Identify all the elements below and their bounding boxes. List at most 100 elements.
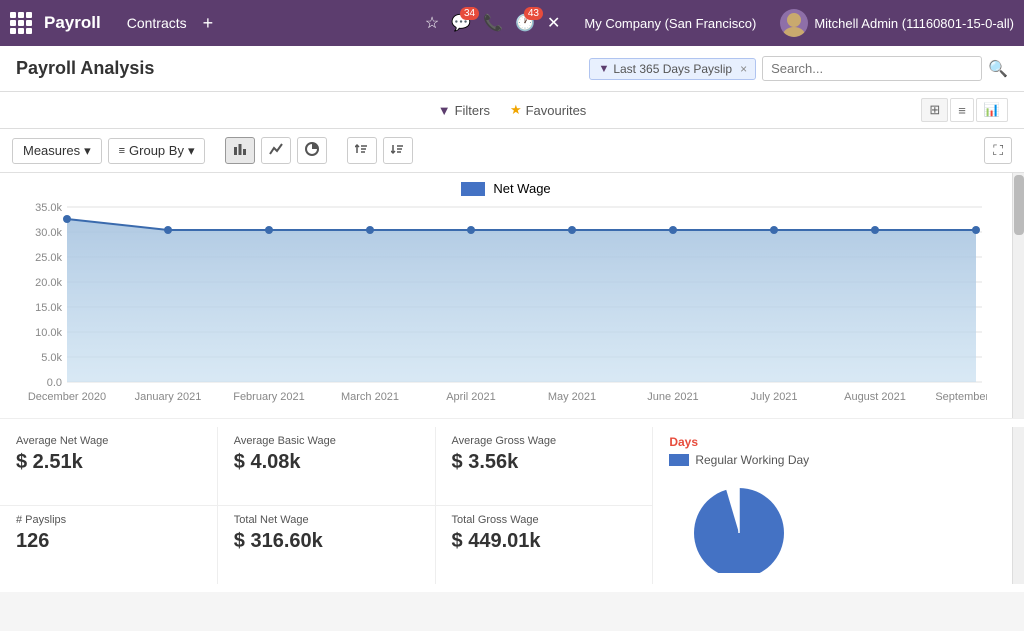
pie-title: Days: [669, 435, 996, 449]
stat-avg-gross-value: $ 3.56k: [452, 451, 637, 474]
sort-desc-button[interactable]: [383, 137, 413, 164]
svg-text:June 2021: June 2021: [647, 391, 698, 403]
stat-avg-net-value: $ 2.51k: [16, 451, 201, 474]
avatar: [780, 9, 808, 37]
contracts-nav[interactable]: Contracts: [119, 11, 195, 35]
chart-toolbar: Measures ▾ ≡ Group By ▾ ⛶: [0, 129, 1024, 173]
clock-icon[interactable]: 🕐 43: [515, 13, 535, 33]
add-button[interactable]: +: [203, 13, 214, 34]
star-icon[interactable]: ☆: [425, 13, 439, 33]
data-point: [265, 226, 273, 234]
svg-text:30.0k: 30.0k: [35, 227, 62, 239]
svg-text:0.0: 0.0: [47, 377, 62, 389]
svg-text:January 2021: January 2021: [135, 391, 202, 403]
svg-text:15.0k: 15.0k: [35, 302, 62, 314]
search-input[interactable]: [762, 56, 982, 81]
filter-tag-label: Last 365 Days Payslip: [613, 62, 732, 76]
svg-text:35.0k: 35.0k: [35, 202, 62, 214]
stat-avg-basic-value: $ 4.08k: [234, 451, 419, 474]
groupby-icon: ≡: [119, 145, 125, 157]
stats-grid: Average Net Wage $ 2.51k Average Basic W…: [0, 427, 653, 584]
bottom-scrollbar[interactable]: [1012, 427, 1024, 584]
filter-icon: ▼: [438, 103, 451, 118]
data-point: [366, 226, 374, 234]
favourites-button[interactable]: ★ Favourites: [510, 102, 586, 118]
expand-button[interactable]: ⛶: [984, 137, 1012, 164]
filter-tag: ▼ Last 365 Days Payslip ×: [589, 58, 756, 80]
grid-icon[interactable]: [10, 12, 32, 34]
stat-avg-net-label: Average Net Wage: [16, 435, 201, 447]
svg-text:April 2021: April 2021: [446, 391, 496, 403]
user-name: Mitchell Admin (11160801-15-0-all): [814, 16, 1014, 31]
stat-total-gross-value: $ 449.01k: [452, 530, 637, 553]
search-button[interactable]: 🔍: [988, 59, 1008, 79]
stat-avg-net: Average Net Wage $ 2.51k: [0, 427, 218, 506]
svg-text:September 2021: September 2021: [935, 391, 987, 403]
page-header: Payroll Analysis ▼ Last 365 Days Payslip…: [0, 46, 1024, 92]
chart-section: Net Wage: [0, 173, 1024, 418]
nav-icons: ☆ 💬 34 📞 🕐 43 ✕ My Company (San Francisc…: [425, 9, 1014, 37]
chart-line: [67, 219, 976, 230]
area-fill: [67, 219, 976, 382]
data-point: [164, 226, 172, 234]
pie-chart-button[interactable]: [297, 137, 327, 164]
pie-legend-color: [669, 454, 689, 466]
stat-total-net-value: $ 316.60k: [234, 530, 419, 553]
bar-chart-button[interactable]: [225, 137, 255, 164]
svg-text:5.0k: 5.0k: [41, 352, 62, 364]
chat-badge: 34: [460, 7, 479, 20]
pie-chart: [669, 473, 809, 573]
svg-text:25.0k: 25.0k: [35, 252, 62, 264]
stat-total-gross: Total Gross Wage $ 449.01k: [436, 506, 654, 584]
svg-text:August 2021: August 2021: [844, 391, 906, 403]
svg-text:July 2021: July 2021: [750, 391, 797, 403]
svg-text:March 2021: March 2021: [341, 391, 399, 403]
stat-total-net-label: Total Net Wage: [234, 514, 419, 526]
sort-asc-button[interactable]: [347, 137, 377, 164]
stats-section: Average Net Wage $ 2.51k Average Basic W…: [0, 418, 1024, 592]
filters-button[interactable]: ▼ Filters: [438, 103, 490, 118]
chart-container: Net Wage: [0, 173, 1012, 418]
stat-avg-basic: Average Basic Wage $ 4.08k: [218, 427, 436, 506]
view-pivot-button[interactable]: ⊞: [921, 98, 948, 122]
stat-total-gross-label: Total Gross Wage: [452, 514, 637, 526]
legend-label: Net Wage: [493, 181, 550, 196]
app-name: Payroll: [44, 13, 101, 33]
filter-tag-remove[interactable]: ×: [740, 62, 747, 76]
data-point: [669, 226, 677, 234]
scroll-thumb[interactable]: [1014, 175, 1024, 235]
star-fav-icon: ★: [510, 102, 522, 118]
svg-text:February 2021: February 2021: [233, 391, 305, 403]
clock-badge: 43: [524, 7, 543, 20]
data-point: [871, 226, 879, 234]
group-by-button[interactable]: ≡ Group By ▾: [108, 138, 206, 164]
svg-text:10.0k: 10.0k: [35, 327, 62, 339]
filter-bar: ▼ Filters ★ Favourites ⊞ ≡ 📊: [0, 92, 1024, 129]
data-point: [770, 226, 778, 234]
company-name: My Company (San Francisco): [584, 16, 756, 31]
groupby-chevron: ▾: [188, 143, 195, 159]
user-menu[interactable]: Mitchell Admin (11160801-15-0-all): [780, 9, 1014, 37]
stat-avg-gross: Average Gross Wage $ 3.56k: [436, 427, 654, 506]
chat-icon[interactable]: 💬 34: [451, 13, 471, 33]
stat-payslips-value: 126: [16, 530, 201, 553]
view-switcher: ⊞ ≡ 📊: [602, 98, 1008, 122]
page-title: Payroll Analysis: [16, 58, 579, 79]
legend-color-box: [461, 182, 485, 196]
measures-button[interactable]: Measures ▾: [12, 138, 102, 164]
svg-text:May 2021: May 2021: [548, 391, 596, 403]
stat-total-net: Total Net Wage $ 316.60k: [218, 506, 436, 584]
data-point: [972, 226, 980, 234]
data-point: [467, 226, 475, 234]
line-chart-button[interactable]: [261, 137, 291, 164]
data-point: [568, 226, 576, 234]
close-icon[interactable]: ✕: [547, 13, 560, 33]
scrollbar[interactable]: [1012, 173, 1024, 418]
phone-icon[interactable]: 📞: [483, 13, 503, 33]
view-list-button[interactable]: ≡: [950, 98, 974, 122]
pie-legend-label: Regular Working Day: [695, 453, 809, 467]
svg-text:20.0k: 20.0k: [35, 277, 62, 289]
view-chart-button[interactable]: 📊: [976, 98, 1008, 122]
top-nav: Payroll Contracts + ☆ 💬 34 📞 🕐 43 ✕ My C…: [0, 0, 1024, 46]
line-area-chart: 35.0k 30.0k 25.0k 20.0k 15.0k 10.0k 5.0k…: [12, 202, 987, 407]
